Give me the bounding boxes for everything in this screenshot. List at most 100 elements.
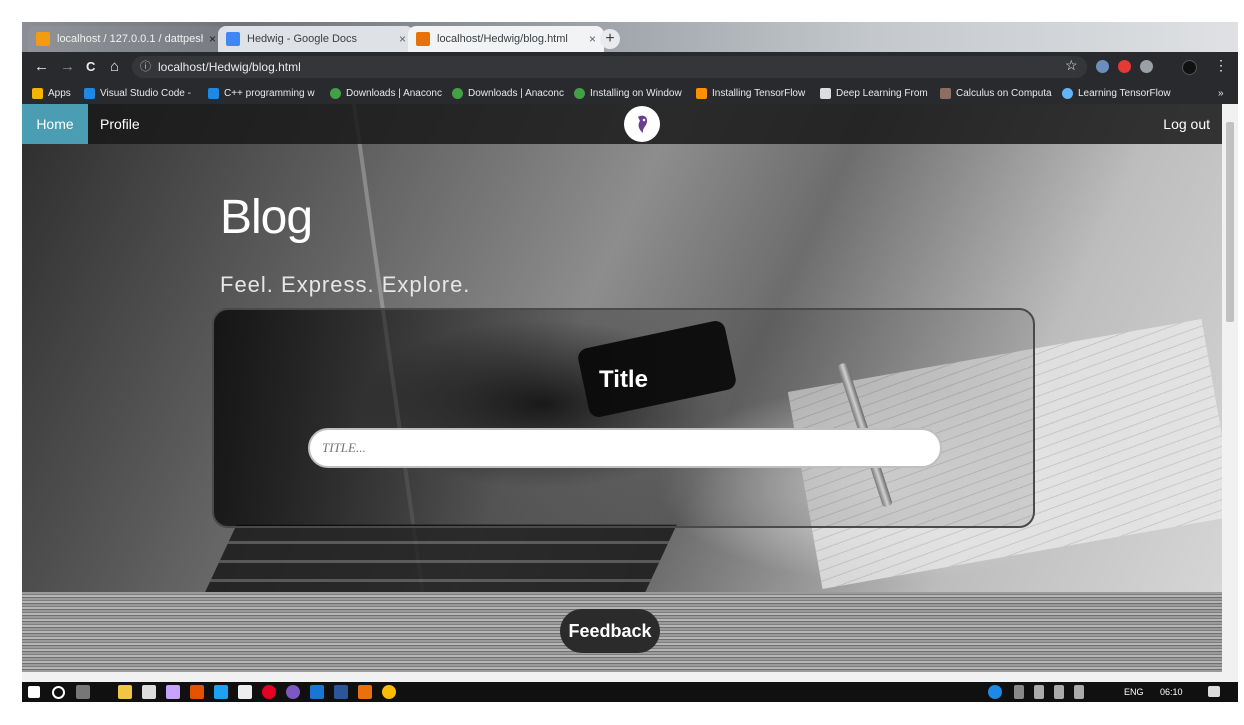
mail-icon[interactable] — [238, 685, 252, 699]
docs-icon — [226, 32, 240, 46]
bookmark-item[interactable]: Learning TensorFlow — [1062, 85, 1171, 101]
bookmark-label: Installing TensorFlow — [712, 87, 806, 99]
help-icon[interactable] — [988, 685, 1002, 699]
horizontal-scrollbar[interactable] — [22, 672, 1238, 682]
bookmark-label: Visual Studio Code - — [100, 87, 191, 99]
back-button[interactable]: ← — [34, 59, 49, 75]
adblock-icon[interactable] — [1118, 60, 1131, 73]
bookmark-item[interactable]: Calculus on Computa — [940, 85, 1052, 101]
page-icon — [416, 32, 430, 46]
reload-button[interactable]: C — [86, 59, 95, 75]
windows-taskbar: ENG 06:10 — [22, 682, 1238, 702]
people-icon[interactable] — [1014, 685, 1024, 699]
bookmark-label: Installing on Window — [590, 87, 682, 99]
web-page: Home Profile Log out Blog Feel. Express.… — [22, 104, 1222, 672]
share-icon — [1062, 87, 1073, 99]
bookmark-item[interactable]: Installing TensorFlow — [696, 85, 805, 101]
bookmarks-bar: Apps Visual Studio Code - C++ programmin… — [22, 82, 1238, 104]
vscode-icon — [208, 87, 219, 99]
tensorflow-icon — [696, 87, 707, 99]
app-icon[interactable] — [286, 685, 300, 699]
windows-start-icon[interactable] — [28, 686, 40, 698]
bookmark-item[interactable]: Visual Studio Code - — [84, 85, 191, 101]
pinterest-icon[interactable] — [262, 685, 276, 699]
close-icon[interactable]: × — [399, 32, 406, 46]
extension-icon[interactable] — [1096, 60, 1109, 73]
bookmark-item[interactable]: Downloads | Anaconc — [452, 85, 564, 101]
address-text: localhost/Hedwig/blog.html — [158, 60, 301, 74]
anaconda-icon — [452, 87, 463, 99]
browser-window: localhost / 127.0.0.1 / dattpesh y... × … — [22, 22, 1238, 702]
bookmark-item[interactable]: C++ programming w — [208, 85, 315, 101]
anaconda-icon — [574, 87, 585, 99]
edge-icon[interactable] — [310, 685, 324, 699]
new-tab-button[interactable]: + — [600, 29, 620, 49]
site-logo[interactable] — [624, 106, 660, 142]
profile-avatar[interactable] — [1182, 60, 1197, 75]
info-icon[interactable]: ⓘ — [140, 56, 151, 78]
search-icon[interactable] — [52, 686, 65, 699]
scrollbar-thumb[interactable] — [1226, 122, 1234, 322]
word-icon[interactable] — [334, 685, 348, 699]
file-explorer-icon[interactable] — [118, 685, 132, 699]
tab-phpmyadmin[interactable]: localhost / 127.0.0.1 / dattpesh y... × — [28, 26, 224, 52]
menu-icon[interactable]: ⋮ — [1214, 57, 1228, 74]
bookmark-label: Downloads | Anaconc — [468, 87, 564, 99]
language-indicator[interactable]: ENG — [1124, 685, 1144, 699]
bookmark-label: Deep Learning From — [836, 87, 928, 99]
bookmarks-overflow[interactable]: » — [1218, 85, 1224, 101]
bookmark-item[interactable]: Deep Learning From — [820, 85, 928, 101]
page-title: Blog — [220, 191, 313, 244]
chrome-icon[interactable] — [382, 685, 396, 699]
close-icon[interactable]: × — [209, 32, 216, 46]
nav-home[interactable]: Home — [22, 104, 88, 144]
bookmark-item[interactable]: Downloads | Anaconc — [330, 85, 442, 101]
title-input[interactable] — [308, 428, 942, 468]
xampp-icon[interactable] — [358, 685, 372, 699]
notification-icon[interactable] — [1208, 686, 1220, 697]
vertical-scrollbar[interactable] — [1222, 104, 1238, 672]
post-form-card: Title — [212, 308, 1035, 528]
tab-title: localhost/Hedwig/blog.html — [437, 33, 568, 45]
form-title-label: Title — [599, 366, 648, 393]
star-icon[interactable]: ☆ — [1065, 57, 1078, 74]
volume-icon[interactable] — [1074, 685, 1084, 699]
tab-title: localhost / 127.0.0.1 / dattpesh y... — [57, 33, 203, 45]
document-icon — [820, 87, 831, 99]
tab-strip: localhost / 127.0.0.1 / dattpesh y... × … — [22, 22, 1238, 52]
store-icon[interactable] — [142, 685, 156, 699]
bookmark-label: Apps — [48, 87, 71, 99]
apps-icon — [32, 87, 43, 99]
bookmark-apps[interactable]: Apps — [32, 85, 71, 101]
extension-icon[interactable] — [1140, 60, 1153, 73]
feedback-button[interactable]: Feedback — [560, 609, 660, 653]
vscode-icon — [84, 87, 95, 99]
owl-logo-icon — [638, 115, 648, 133]
page-footer: Feedback — [22, 592, 1222, 672]
address-bar[interactable]: ⓘ localhost/Hedwig/blog.html — [132, 56, 1087, 78]
task-view-icon[interactable] — [76, 685, 90, 699]
tab-title: Hedwig - Google Docs — [247, 33, 358, 45]
nav-logout[interactable]: Log out — [1163, 104, 1210, 144]
nav-profile[interactable]: Profile — [100, 104, 140, 144]
bookmark-label: Learning TensorFlow — [1078, 87, 1171, 99]
bookmark-label: Calculus on Computa — [956, 87, 1052, 99]
app-icon[interactable] — [190, 685, 204, 699]
home-button[interactable]: ⌂ — [110, 59, 119, 75]
calculus-icon — [940, 87, 951, 99]
tab-google-docs[interactable]: Hedwig - Google Docs × — [218, 26, 414, 52]
forward-button[interactable]: → — [60, 59, 75, 75]
app-icon[interactable] — [166, 685, 180, 699]
close-icon[interactable]: × — [589, 32, 596, 46]
tray-icon[interactable] — [1034, 685, 1044, 699]
twitter-icon[interactable] — [214, 685, 228, 699]
anaconda-icon — [330, 87, 341, 99]
bookmark-item[interactable]: Installing on Window — [574, 85, 682, 101]
clock[interactable]: 06:10 — [1160, 685, 1183, 699]
browser-toolbar: ← → C ⌂ ⓘ localhost/Hedwig/blog.html ☆ ⋮ — [22, 52, 1238, 82]
site-navbar: Home Profile Log out — [22, 104, 1222, 144]
tab-blog[interactable]: localhost/Hedwig/blog.html × — [408, 26, 604, 52]
network-icon[interactable] — [1054, 685, 1064, 699]
page-subtitle: Feel. Express. Explore. — [220, 272, 471, 297]
bookmark-label: C++ programming w — [224, 87, 315, 99]
